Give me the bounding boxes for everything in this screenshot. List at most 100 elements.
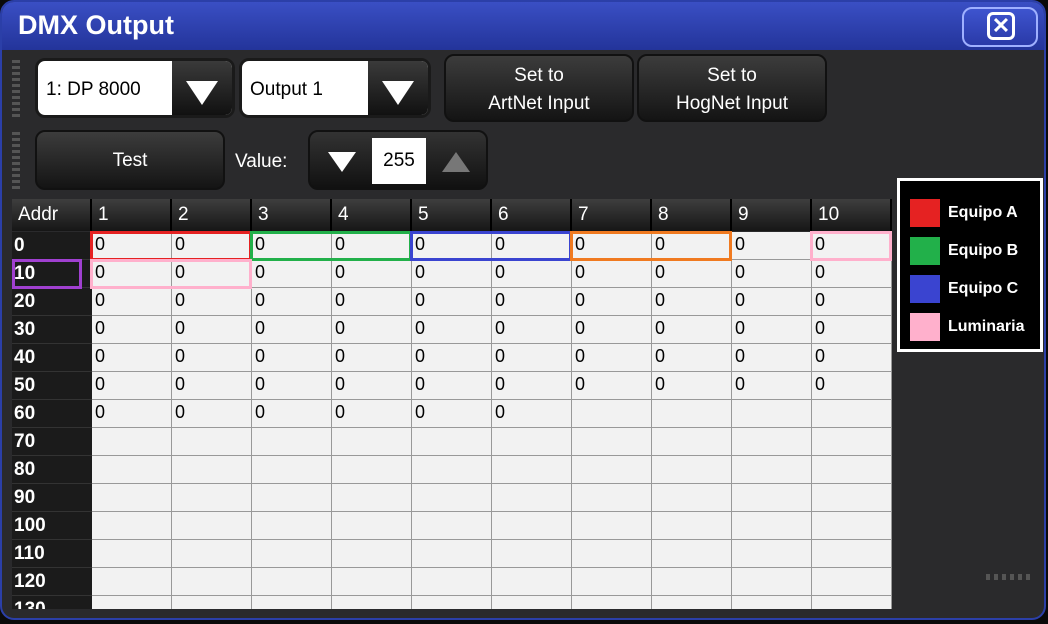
channel-cell[interactable]: 0: [572, 260, 652, 288]
channel-cell[interactable]: [572, 540, 652, 568]
channel-cell[interactable]: [332, 456, 412, 484]
channel-cell[interactable]: 0: [412, 260, 492, 288]
channel-cell[interactable]: [332, 484, 412, 512]
channel-cell[interactable]: 0: [92, 372, 172, 400]
drag-grip[interactable]: [12, 60, 20, 118]
channel-cell[interactable]: [412, 512, 492, 540]
channel-cell[interactable]: 0: [732, 260, 812, 288]
channel-cell[interactable]: [172, 596, 252, 609]
channel-cell[interactable]: [412, 484, 492, 512]
channel-cell[interactable]: [492, 540, 572, 568]
channel-cell[interactable]: 0: [652, 288, 732, 316]
channel-cell[interactable]: [652, 540, 732, 568]
value-field[interactable]: 255: [372, 138, 426, 184]
channel-cell[interactable]: [332, 540, 412, 568]
channel-cell[interactable]: [652, 484, 732, 512]
channel-cell[interactable]: [412, 540, 492, 568]
channel-cell[interactable]: [732, 540, 812, 568]
channel-cell[interactable]: 0: [492, 400, 572, 428]
channel-cell[interactable]: 0: [172, 400, 252, 428]
channel-cell[interactable]: 0: [572, 316, 652, 344]
increment-icon[interactable]: [442, 152, 470, 172]
channel-cell[interactable]: 0: [412, 344, 492, 372]
channel-cell[interactable]: 0: [492, 372, 572, 400]
channel-cell[interactable]: 0: [492, 288, 572, 316]
channel-cell[interactable]: [332, 596, 412, 609]
channel-cell[interactable]: [732, 596, 812, 609]
channel-cell[interactable]: [492, 512, 572, 540]
channel-cell[interactable]: 0: [92, 344, 172, 372]
channel-cell[interactable]: [92, 512, 172, 540]
channel-cell[interactable]: [732, 456, 812, 484]
channel-cell[interactable]: [812, 512, 892, 540]
channel-cell[interactable]: [412, 596, 492, 609]
channel-cell[interactable]: [172, 456, 252, 484]
channel-cell[interactable]: 0: [652, 372, 732, 400]
channel-cell[interactable]: 0: [412, 316, 492, 344]
channel-cell[interactable]: 0: [252, 372, 332, 400]
channel-cell[interactable]: [732, 428, 812, 456]
channel-cell[interactable]: 0: [492, 344, 572, 372]
channel-cell[interactable]: 0: [412, 372, 492, 400]
channel-cell[interactable]: [652, 428, 732, 456]
channel-cell[interactable]: [92, 484, 172, 512]
channel-cell[interactable]: 0: [172, 288, 252, 316]
chevron-down-icon[interactable]: [368, 61, 428, 115]
channel-cell[interactable]: [572, 568, 652, 596]
channel-cell[interactable]: [652, 568, 732, 596]
channel-cell[interactable]: [652, 512, 732, 540]
channel-cell[interactable]: [412, 428, 492, 456]
channel-cell[interactable]: [252, 568, 332, 596]
channel-cell[interactable]: 0: [92, 316, 172, 344]
channel-cell[interactable]: [252, 596, 332, 609]
channel-cell[interactable]: 0: [732, 344, 812, 372]
channel-cell[interactable]: [412, 568, 492, 596]
channel-cell[interactable]: [92, 428, 172, 456]
set-hognet-input-button[interactable]: Set to HogNet Input: [637, 54, 827, 122]
channel-cell[interactable]: 0: [572, 372, 652, 400]
channel-cell[interactable]: [332, 512, 412, 540]
test-button[interactable]: Test: [35, 130, 225, 190]
channel-cell[interactable]: 0: [652, 344, 732, 372]
channel-cell[interactable]: [92, 540, 172, 568]
channel-cell[interactable]: 0: [252, 260, 332, 288]
channel-cell[interactable]: [492, 456, 572, 484]
channel-cell[interactable]: [732, 400, 812, 428]
channel-cell[interactable]: 0: [812, 316, 892, 344]
chevron-down-icon[interactable]: [172, 61, 232, 115]
channel-cell[interactable]: [332, 568, 412, 596]
channel-cell[interactable]: [652, 400, 732, 428]
channel-cell[interactable]: [732, 512, 812, 540]
channel-cell[interactable]: 0: [332, 372, 412, 400]
channel-cell[interactable]: [812, 400, 892, 428]
decrement-icon[interactable]: [328, 152, 356, 172]
channel-cell[interactable]: 0: [332, 344, 412, 372]
channel-cell[interactable]: [252, 484, 332, 512]
channel-cell[interactable]: 0: [492, 316, 572, 344]
set-artnet-input-button[interactable]: Set to ArtNet Input: [444, 54, 634, 122]
channel-cell[interactable]: [252, 540, 332, 568]
close-button[interactable]: ✕: [962, 7, 1038, 47]
channel-cell[interactable]: [572, 456, 652, 484]
fixture-dropdown[interactable]: 1: DP 8000: [35, 58, 235, 118]
channel-cell[interactable]: [572, 428, 652, 456]
channel-cell[interactable]: 0: [332, 400, 412, 428]
channel-cell[interactable]: 0: [252, 400, 332, 428]
channel-cell[interactable]: [732, 568, 812, 596]
channel-cell[interactable]: 0: [812, 260, 892, 288]
channel-cell[interactable]: [492, 568, 572, 596]
channel-cell[interactable]: 0: [412, 288, 492, 316]
channel-cell[interactable]: 0: [252, 316, 332, 344]
channel-cell[interactable]: [812, 484, 892, 512]
channel-cell[interactable]: 0: [652, 260, 732, 288]
channel-cell[interactable]: 0: [92, 400, 172, 428]
channel-cell[interactable]: 0: [812, 372, 892, 400]
channel-cell[interactable]: [572, 484, 652, 512]
channel-cell[interactable]: [92, 568, 172, 596]
channel-cell[interactable]: [652, 596, 732, 609]
channel-cell[interactable]: [92, 456, 172, 484]
channel-cell[interactable]: [812, 568, 892, 596]
channel-cell[interactable]: 0: [572, 344, 652, 372]
channel-cell[interactable]: [252, 428, 332, 456]
channel-cell[interactable]: 0: [332, 260, 412, 288]
